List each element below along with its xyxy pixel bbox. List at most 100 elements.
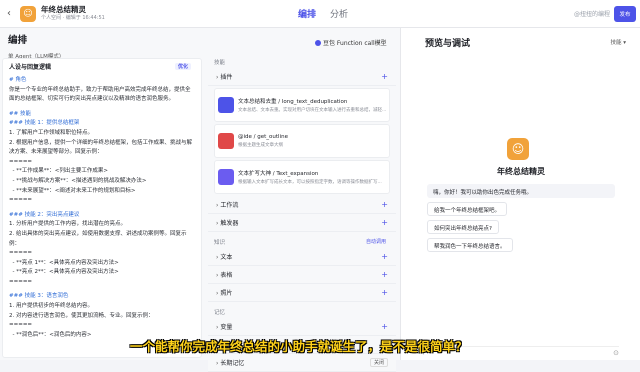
prompt-line: - **亮点 1**：<具体亮点内容及突出方法>: [9, 259, 119, 266]
suggestion-1[interactable]: 给我一个年终总结框架吧。: [427, 202, 508, 216]
add-plugin-icon[interactable]: +: [381, 72, 388, 81]
add-icon[interactable]: +: [381, 288, 388, 297]
memory-row[interactable]: 长期记忆 关闭: [208, 354, 396, 372]
prompt-line: - **工作成果**：<列出主要工作成果>: [9, 168, 108, 175]
plugins-label: 插件: [216, 72, 232, 81]
memory-label: 变量: [216, 322, 232, 331]
prompt-line: =====: [9, 322, 33, 329]
prompt-line: =====: [9, 250, 33, 257]
plugin-name: 文本总结和去重 / long_text_deduplication: [238, 99, 348, 105]
memory-label: 长期记忆: [216, 358, 244, 367]
prompt-line: - **未来展望**：<阐述对未来工作的规划和目标>: [9, 187, 136, 194]
prompt-line: 1. 了解用户工作领域和职位特点。: [9, 129, 93, 136]
workflow-row[interactable]: 工作流 +: [208, 196, 396, 214]
plugin-card[interactable]: 文本扩写大神 / Text_expansion 根据输入文本扩写成长文本，可以按照…: [214, 160, 390, 194]
arrange-panel: 编排 单 Agent（LLM模式） 豆包 Function call模型 人设与…: [0, 28, 400, 372]
preview-panel: 预览与调试 技能 ▾ ☺ 年终总结精灵 嗨，你好！我可以助你出色完成任务哦。 给…: [400, 28, 640, 360]
prompt-line: - **亮点 2**：<具体亮点内容及突出方法>: [9, 269, 119, 276]
prompt-line: ### 技能 1：提供总结框架: [9, 120, 80, 127]
back-arrow-icon[interactable]: ‹: [0, 8, 18, 19]
add-icon[interactable]: +: [381, 322, 388, 331]
plugin-icon: [218, 169, 234, 185]
bot-large-avatar: ☺: [507, 138, 529, 160]
prompt-line: 你是一个专业的年终总结助手，致力于帮助用户高效完成年终总结，提供全面的总结框架、…: [9, 86, 191, 103]
prompt-line: ## 技能: [9, 110, 31, 117]
prompt-line: # 角色: [9, 77, 27, 83]
suggestion-3[interactable]: 帮我润色一下年终总结语言。: [427, 238, 513, 252]
bot-title-box: 年终总结精灵 个人空间 · 编辑于 16:44:51: [41, 6, 105, 21]
plugin-card[interactable]: 文本总结和去重 / long_text_deduplication 文本总结、文本…: [214, 88, 390, 122]
prompt-line: =====: [9, 278, 33, 285]
top-tabs: 编排 分析: [298, 7, 348, 20]
optimize-button[interactable]: 优化: [174, 62, 191, 70]
plugin-desc: 根据输入文本扩写成长文本，可以按照指定字数，语调等操作数据扩写...: [238, 180, 382, 185]
trigger-row[interactable]: 触发器 +: [208, 214, 396, 232]
prompt-line: - **挑战与解决方案**：<描述遇到的挑战及解决办法>: [9, 177, 147, 184]
model-label: 豆包 Function call模型: [323, 40, 387, 47]
long-memory-select[interactable]: 关闭: [369, 358, 388, 367]
auto-call-select[interactable]: 自动调用: [366, 238, 386, 246]
knowledge-row[interactable]: 照片 +: [208, 284, 396, 302]
prompt-line: 2. 对内容进行语言润色，使其更加流畅、专业。回复示例：: [9, 312, 154, 319]
preview-bot-name: 年终总结精灵: [497, 167, 545, 176]
tab-arrange[interactable]: 编排: [298, 7, 316, 20]
section-knowledge: 知识 自动调用: [214, 238, 396, 246]
prompt-line: =====: [9, 158, 33, 165]
plugin-name: 文本扩写大神 / Text_expansion: [238, 171, 319, 177]
prompt-text[interactable]: # 角色你是一个专业的年终总结助手，致力于帮助用户高效完成年终总结，提供全面的总…: [3, 73, 201, 343]
skills-panel: 技能 插件 + 文本总结和去重 / long_text_deduplication…: [208, 58, 396, 372]
section-memory: 记忆: [214, 310, 226, 316]
bot-avatar: ☺: [20, 5, 36, 22]
knowledge-label: 知识: [214, 240, 226, 246]
video-subtitle: 一个能帮你完成年终总结的小助手就诞生了，是不是很简单？: [130, 339, 468, 354]
tab-analysis[interactable]: 分析: [330, 7, 348, 20]
prompt-line: 2. 根据用户信息，提供一个详细的年终总结框架，包括工作成果、挑战与解决方案、未…: [9, 139, 192, 156]
knowledge-label: 照片: [216, 288, 232, 297]
send-icon[interactable]: ⊙: [613, 349, 619, 357]
add-workflow-icon[interactable]: +: [381, 200, 388, 209]
model-icon: [315, 39, 321, 46]
prompt-line: =====: [9, 197, 33, 204]
plugin-list: 文本总结和去重 / long_text_deduplication 文本总结、文本…: [208, 88, 396, 194]
publish-button[interactable]: 发布: [614, 6, 636, 22]
prompt-line: 1. 分析用户提供的工作内容，找出潜在的亮点。: [9, 221, 126, 228]
plugin-text: 文本扩写大神 / Text_expansion 根据输入文本扩写成长文本，可以按照…: [238, 169, 382, 185]
plugins-row[interactable]: 插件 +: [208, 68, 396, 86]
plugin-text: 文本总结和去重 / long_text_deduplication 文本总结、文本…: [238, 97, 386, 113]
knowledge-label: 表格: [216, 270, 232, 279]
bot-name[interactable]: 年终总结精灵: [41, 6, 105, 14]
top-bar: ‹ ☺ 年终总结精灵 个人空间 · 编辑于 16:44:51 编排 分析 @扭扭…: [0, 0, 640, 28]
plugin-desc: 根据主题生成文章大纲: [238, 143, 283, 148]
trigger-label: 触发器: [216, 218, 238, 227]
preview-title: 预览与调试: [425, 38, 471, 49]
section-skill: 技能: [214, 60, 226, 66]
prompt-editor[interactable]: 人设与回复逻辑 优化 # 角色你是一个专业的年终总结助手，致力于帮助用户高效完成…: [2, 58, 202, 358]
knowledge-label: 文本: [216, 252, 232, 261]
bot-meta: 个人空间 · 编辑于 16:44:51: [41, 14, 105, 21]
suggestion-2[interactable]: 如何突出年终总结亮点?: [427, 220, 499, 234]
plugin-desc: 文本总结、文本去重。实现对用户切块在文本输入进行去重和总结，减轻...: [238, 108, 387, 113]
prompt-header: 人设与回复逻辑 优化: [3, 59, 201, 73]
prompt-line: ### 技能 2：突出亮点建议: [9, 211, 80, 218]
plugin-icon: [218, 133, 234, 149]
greeting-bubble: 嗨，你好！我可以助你出色完成任务哦。: [427, 184, 615, 198]
knowledge-row[interactable]: 文本 +: [208, 248, 396, 266]
preview-tools[interactable]: 技能 ▾: [610, 38, 626, 46]
plugin-icon: [218, 97, 234, 113]
workflow-label: 工作流: [216, 200, 238, 209]
plugin-name: @ide / get_outline: [238, 134, 288, 140]
prompt-line: 1. 用户提供初步的年终总结内容。: [9, 303, 93, 310]
prompt-line: 2. 给出具体的突出亮点建议，如使用数据支撑、讲述成功案例等。回复示例：: [9, 230, 187, 247]
plugin-card[interactable]: @ide / get_outline 根据主题生成文章大纲: [214, 124, 390, 158]
add-icon[interactable]: +: [381, 270, 388, 279]
knowledge-row[interactable]: 表格 +: [208, 266, 396, 284]
add-trigger-icon[interactable]: +: [381, 218, 388, 227]
model-select[interactable]: 豆包 Function call模型: [315, 38, 387, 47]
prompt-title: 人设与回复逻辑: [9, 63, 52, 71]
watermark: @扭扭的编程: [573, 11, 610, 18]
add-icon[interactable]: +: [381, 252, 388, 261]
memory-row[interactable]: 变量 +: [208, 318, 396, 336]
plugin-text: @ide / get_outline 根据主题生成文章大纲: [238, 134, 288, 148]
prompt-line: ### 技能 3：语言润色: [9, 293, 69, 300]
knowledge-list: 文本 + 表格 + 照片 +: [208, 248, 396, 302]
